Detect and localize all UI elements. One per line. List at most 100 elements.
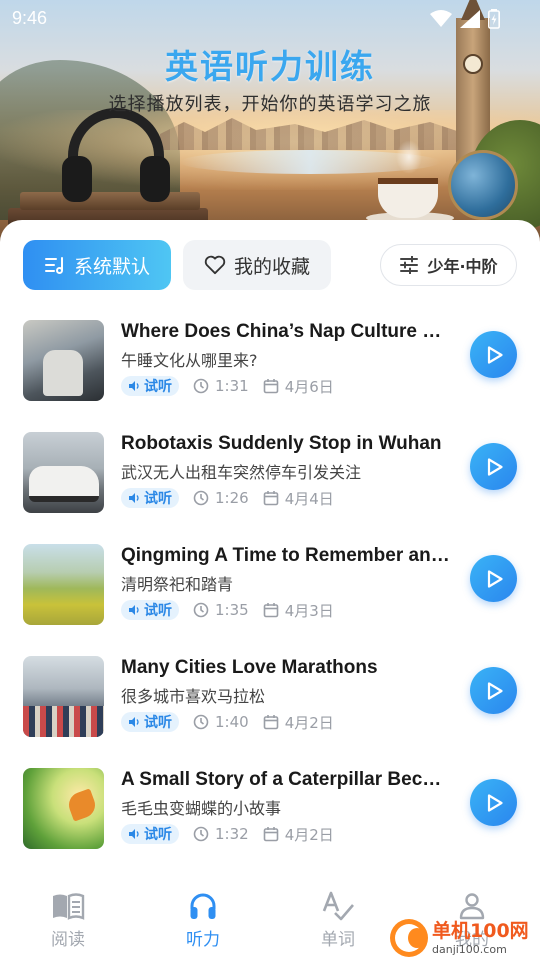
episode-date: 4月2日: [263, 712, 334, 733]
duration-text: 1:32: [215, 825, 249, 843]
playlist-icon: [44, 257, 63, 274]
speaker-icon: [129, 381, 139, 391]
episode-subtitle: 很多城市喜欢马拉松: [121, 687, 266, 706]
play-button[interactable]: [470, 667, 517, 714]
duration-text: 1:35: [215, 601, 249, 619]
preview-badge: 试听: [121, 376, 179, 396]
play-icon: [487, 457, 503, 476]
filter-default-button[interactable]: 系统默认: [23, 240, 171, 290]
episode-meta: 试听 1:32 4月2日: [121, 823, 334, 845]
play-button[interactable]: [470, 555, 517, 602]
speaker-icon: [129, 829, 139, 839]
episode-meta: 试听 1:26 4月4日: [121, 487, 334, 509]
episode-thumbnail: [23, 656, 104, 737]
nav-tab-words[interactable]: 单词: [298, 890, 378, 950]
date-text: 4月6日: [284, 377, 334, 396]
episode-subtitle: 武汉无人出租车突然停车引发关注: [121, 463, 362, 482]
episode-duration: 1:35: [193, 601, 249, 619]
spellcheck-icon: [322, 891, 354, 921]
episode-item[interactable]: Where Does China’s Nap Culture Come From…: [0, 315, 540, 427]
play-button[interactable]: [470, 779, 517, 826]
episode-thumbnail: [23, 320, 104, 401]
level-selector-button[interactable]: 少年·中阶: [380, 244, 517, 286]
duration-text: 1:31: [215, 377, 249, 395]
duration-text: 1:40: [215, 713, 249, 731]
preview-badge: 试听: [121, 712, 179, 732]
preview-badge-label: 试听: [144, 379, 172, 395]
battery-icon: [488, 9, 500, 29]
episode-subtitle: 午睡文化从哪里来?: [121, 351, 258, 370]
play-icon: [487, 345, 503, 364]
nav-tab-listening-label: 听力: [186, 930, 220, 950]
episode-item[interactable]: A Small Story of a Caterpillar Becoming …: [0, 763, 540, 875]
play-button[interactable]: [470, 331, 517, 378]
filter-bar: 系统默认 我的收藏 少年·中阶: [0, 240, 540, 290]
calendar-icon: [263, 603, 278, 618]
episode-date: 4月6日: [263, 376, 334, 397]
episode-date: 4月3日: [263, 600, 334, 621]
calendar-icon: [263, 379, 278, 394]
play-icon: [487, 681, 503, 700]
calendar-icon: [263, 491, 278, 506]
episode-subtitle: 清明祭祀和踏青: [121, 575, 234, 594]
site-watermark: 单机100网 danji100.com: [390, 916, 540, 960]
preview-badge: 试听: [121, 488, 179, 508]
play-button[interactable]: [470, 443, 517, 490]
sliders-icon: [400, 256, 419, 274]
episode-duration: 1:31: [193, 377, 249, 395]
episode-item[interactable]: Robotaxis Suddenly Stop in Wuhan 武汉无人出租车…: [0, 427, 540, 539]
date-text: 4月4日: [284, 489, 334, 508]
coffee-cup: [378, 178, 438, 218]
nav-tab-words-label: 单词: [321, 930, 355, 950]
clock-icon: [193, 602, 209, 618]
episode-list: Where Does China’s Nap Culture Come From…: [0, 315, 540, 875]
episode-item[interactable]: Qingming A Time to Remember and Enjoy 清明…: [0, 539, 540, 651]
episode-title: Many Cities Love Marathons: [121, 657, 378, 678]
book-icon: [53, 893, 85, 920]
heart-icon: [204, 255, 226, 275]
status-bar: 9:46: [0, 0, 540, 36]
preview-badge: 试听: [121, 824, 179, 844]
calendar-icon: [263, 827, 278, 842]
play-icon: [487, 569, 503, 588]
episode-item[interactable]: Many Cities Love Marathons 很多城市喜欢马拉松 试听 …: [0, 651, 540, 763]
status-icons: [430, 9, 500, 29]
hero-banner: [0, 0, 540, 250]
nav-tab-reading-label: 阅读: [51, 930, 85, 950]
filter-default-label: 系统默认: [73, 255, 150, 278]
episode-title: Robotaxis Suddenly Stop in Wuhan: [121, 433, 442, 454]
watermark-name: 单机100网: [432, 919, 529, 942]
episode-duration: 1:32: [193, 825, 249, 843]
preview-badge-label: 试听: [144, 491, 172, 507]
speaker-icon: [129, 605, 139, 615]
page-subtitle: 选择播放列表，开始你的英语学习之旅: [108, 94, 432, 115]
episode-thumbnail: [23, 432, 104, 513]
episode-thumbnail: [23, 544, 104, 625]
preview-badge-label: 试听: [144, 603, 172, 619]
level-selector-label: 少年·中阶: [427, 257, 498, 276]
episode-thumbnail: [23, 768, 104, 849]
clock-icon: [193, 490, 209, 506]
episode-duration: 1:40: [193, 713, 249, 731]
calendar-icon: [263, 715, 278, 730]
episode-meta: 试听 1:31 4月6日: [121, 375, 334, 397]
speaker-icon: [129, 717, 139, 727]
clock-icon: [193, 826, 209, 842]
nav-tab-reading[interactable]: 阅读: [28, 890, 108, 950]
date-text: 4月3日: [284, 601, 334, 620]
nav-tab-listening[interactable]: 听力: [163, 890, 243, 950]
filter-favorites-label: 我的收藏: [233, 255, 310, 278]
date-text: 4月2日: [284, 825, 334, 844]
preview-badge-label: 试听: [144, 715, 172, 731]
episode-title: Where Does China’s Nap Culture Come From…: [121, 321, 451, 342]
date-text: 4月2日: [284, 713, 334, 732]
filter-favorites-button[interactable]: 我的收藏: [183, 240, 331, 290]
signal-icon: [460, 10, 480, 28]
episode-meta: 试听 1:35 4月3日: [121, 599, 334, 621]
episode-date: 4月4日: [263, 488, 334, 509]
coffee-steam: [396, 140, 422, 174]
status-time: 9:46: [12, 8, 48, 28]
wifi-icon: [430, 10, 452, 27]
clock-icon: [193, 378, 209, 394]
duration-text: 1:26: [215, 489, 249, 507]
